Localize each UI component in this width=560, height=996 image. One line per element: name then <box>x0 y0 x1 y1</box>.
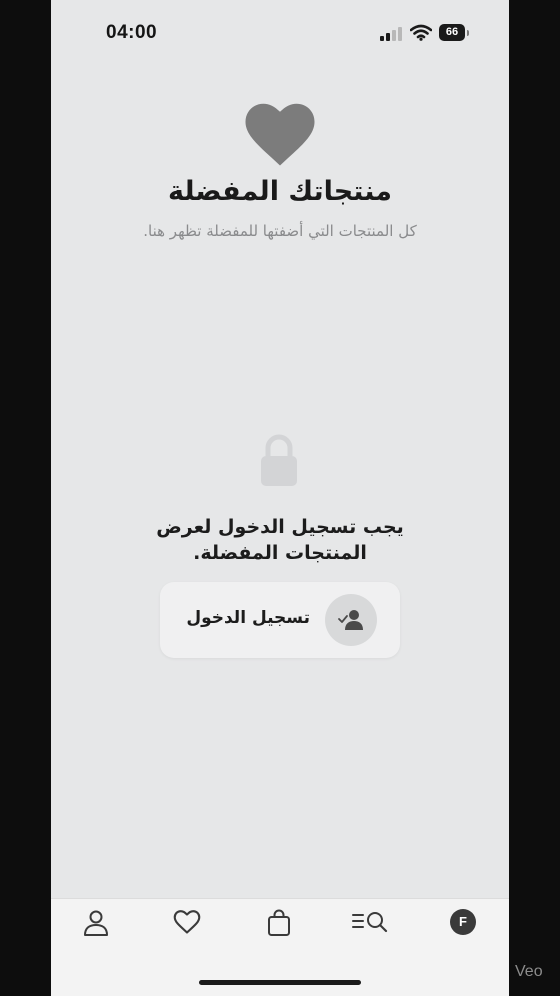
heart-icon <box>245 103 315 166</box>
wifi-icon <box>410 24 432 41</box>
login-button[interactable]: تسجيل الدخول <box>160 582 400 658</box>
user-check-icon <box>325 594 377 646</box>
battery-icon: 66 <box>439 24 469 41</box>
page-title: منتجاتك المفضلة <box>168 176 392 207</box>
tab-cart[interactable] <box>259 909 299 939</box>
shopping-bag-icon <box>268 909 290 936</box>
person-icon <box>84 910 108 936</box>
tab-account[interactable]: F <box>443 909 483 939</box>
login-button-label: تسجيل الدخول <box>186 608 310 628</box>
watermark: Veo <box>515 963 543 980</box>
page-subtitle: كل المنتجات التي أضفتها للمفضلة تظهر هنا… <box>143 222 417 240</box>
heart-outline-icon <box>173 910 201 934</box>
tab-search[interactable] <box>351 909 391 939</box>
signal-icon <box>380 27 404 41</box>
phone-screen: 04:00 66 منتجاتك المفضلة كل المنتجات الت… <box>51 0 509 996</box>
menu-search-icon <box>352 912 388 933</box>
lock-icon <box>261 434 297 486</box>
tab-profile[interactable] <box>76 909 116 939</box>
tab-favorites[interactable] <box>167 909 207 939</box>
status-bar: 04:00 66 <box>51 0 509 64</box>
home-indicator <box>199 980 361 985</box>
avatar: F <box>450 909 476 935</box>
login-required-message: يجب تسجيل الدخول لعرض المنتجات المفضلة. <box>156 516 404 564</box>
status-time: 04:00 <box>106 22 158 43</box>
